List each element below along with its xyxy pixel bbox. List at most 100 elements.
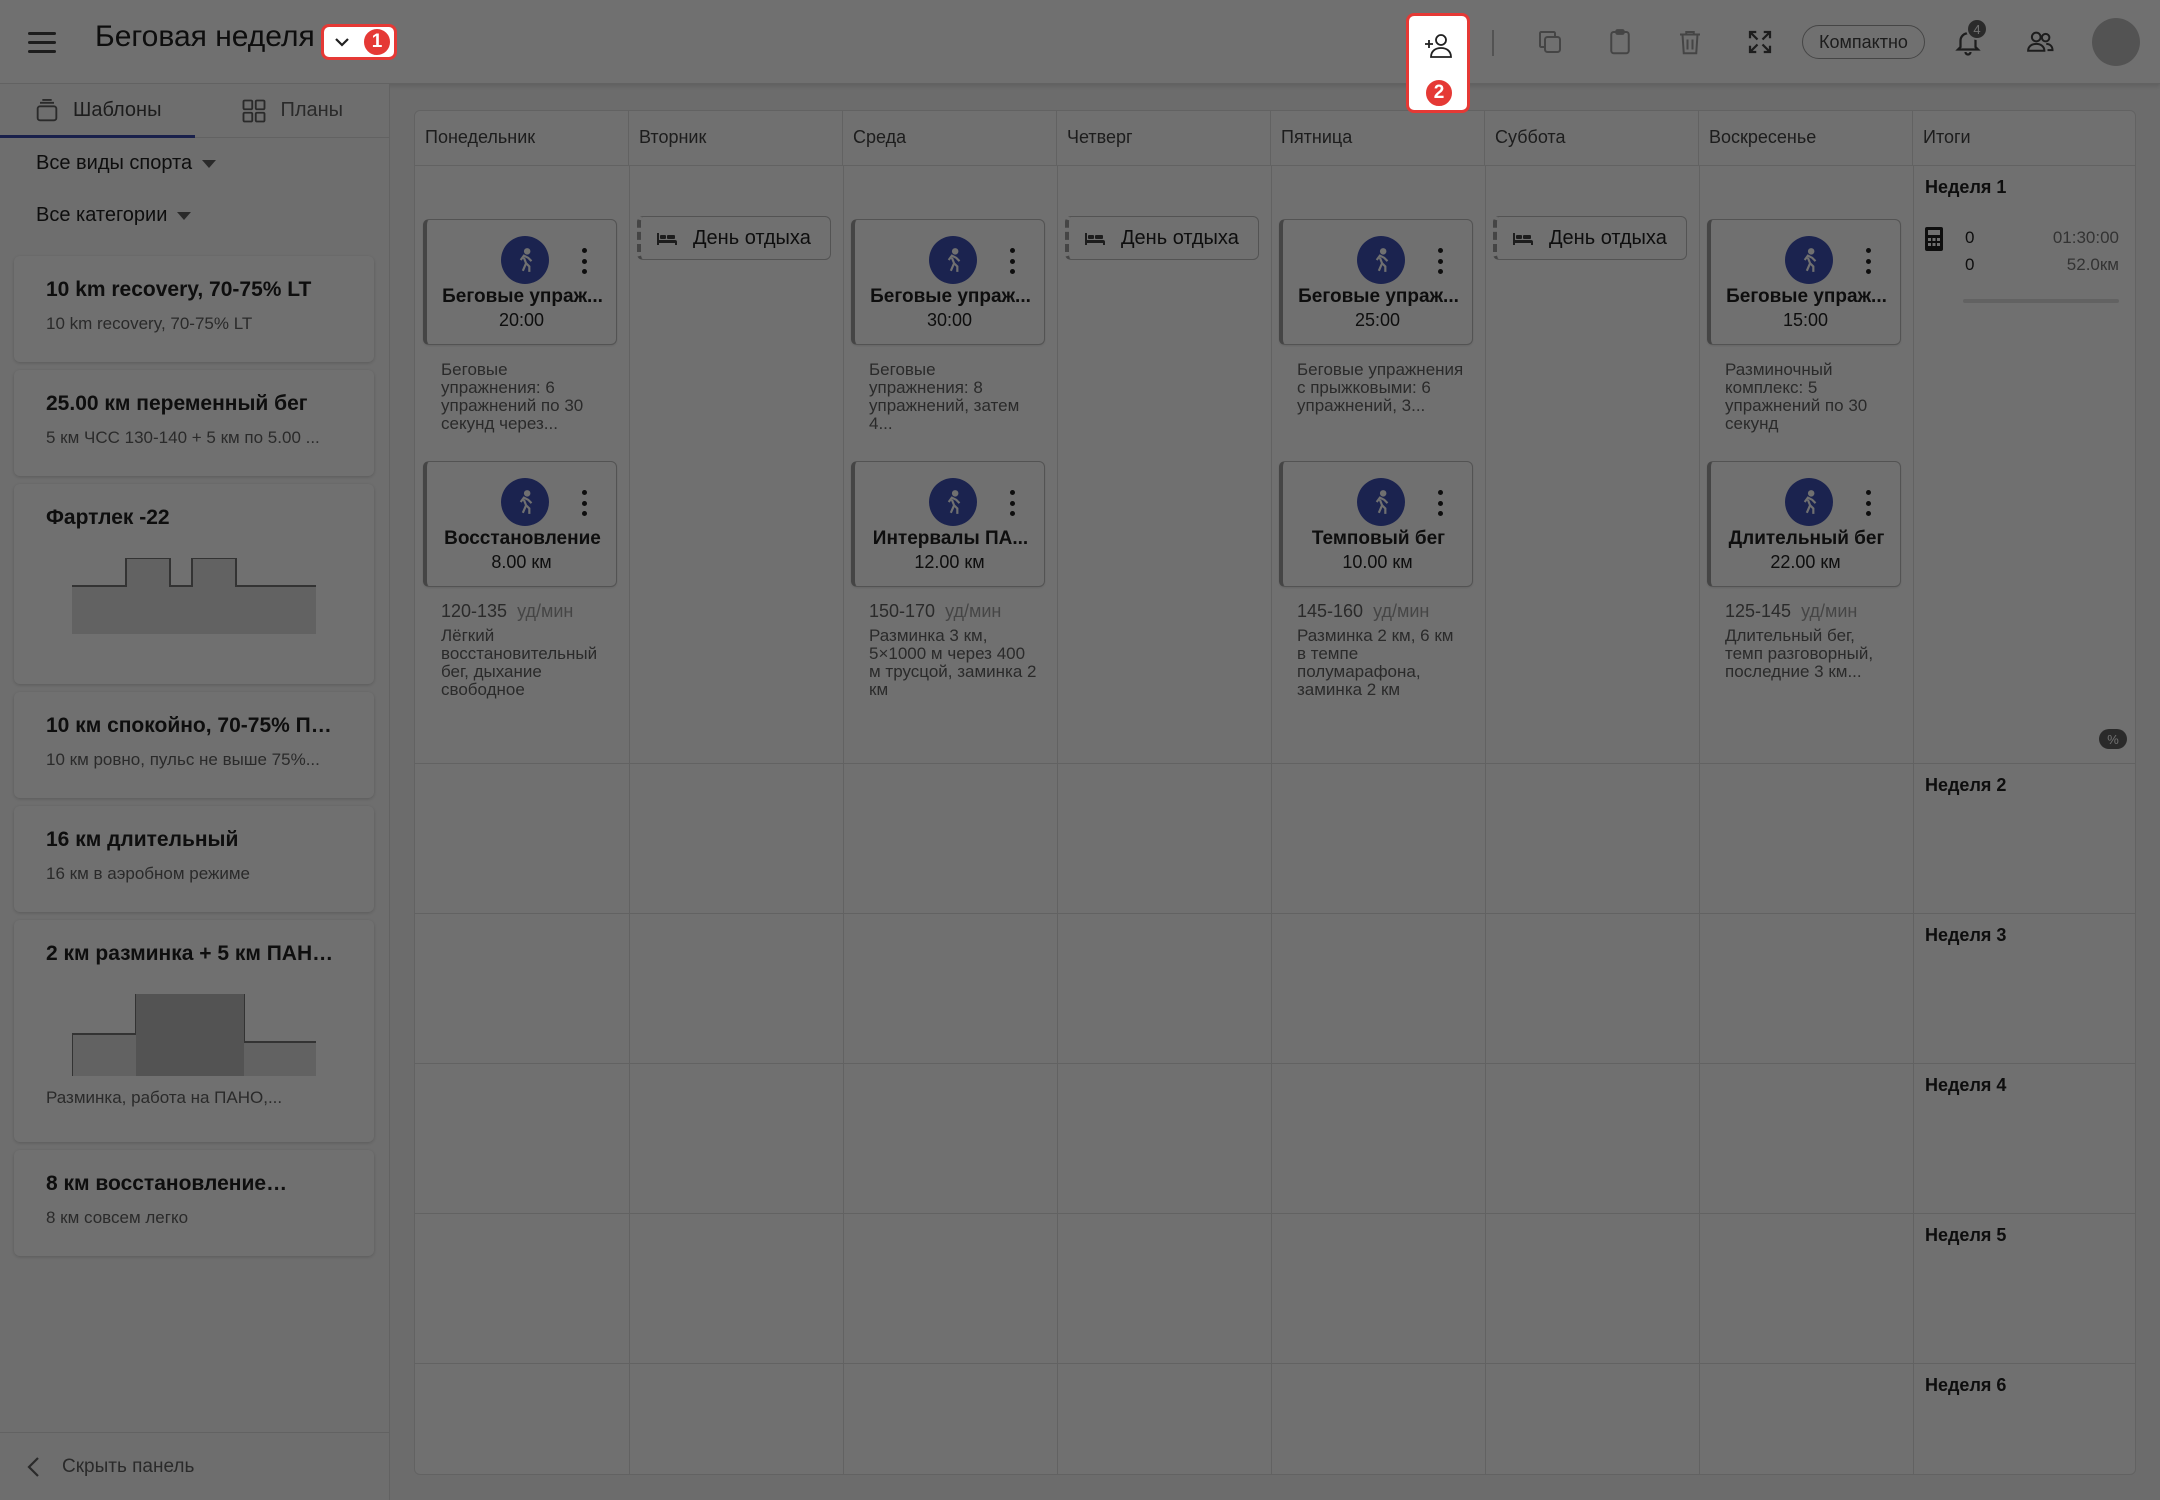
workout-name: Беговые упраж... bbox=[1726, 286, 1887, 307]
caret-down-icon bbox=[202, 159, 217, 168]
workout-name: Беговые упраж... bbox=[442, 286, 603, 307]
paste-icon[interactable] bbox=[1602, 24, 1638, 60]
heart-rate-range: 150-170 уд/мин bbox=[869, 601, 1049, 622]
template-title: 8 км восстановление Скрыт bbox=[46, 1172, 342, 1196]
week-divider bbox=[415, 1363, 2135, 1364]
workout-card[interactable]: Восстановление 8.00 км bbox=[423, 461, 617, 587]
workout-card[interactable]: Темповый бег 10.00 км bbox=[1279, 461, 1473, 587]
template-card[interactable]: 8 км восстановление Скрыт 8 км совсем лег… bbox=[14, 1150, 374, 1256]
workout-card[interactable]: Беговые упраж... 15:00 bbox=[1707, 219, 1901, 345]
chevron-left-icon bbox=[27, 1456, 39, 1477]
fullscreen-icon[interactable] bbox=[1742, 24, 1778, 60]
template-subtitle: Разминка, работа на ПАНО,... bbox=[46, 1088, 283, 1107]
compact-toggle-button[interactable]: Компактно bbox=[1802, 25, 1925, 59]
week-label: Неделя 4 bbox=[1925, 1075, 2007, 1095]
more-vert-icon[interactable] bbox=[580, 490, 588, 516]
athletes-icon[interactable] bbox=[2022, 24, 2058, 60]
more-vert-icon[interactable] bbox=[580, 248, 588, 274]
hr-value: 120-135 bbox=[441, 601, 508, 621]
template-title: 16 км длительный bbox=[46, 828, 239, 851]
template-title-text: 8 км восстановление bbox=[46, 1172, 267, 1195]
grid-line bbox=[1057, 165, 1058, 1474]
more-vert-icon[interactable] bbox=[1008, 490, 1016, 516]
template-title: 25.00 км переменный бег bbox=[46, 392, 308, 415]
runner-icon bbox=[1785, 478, 1833, 526]
delete-icon[interactable] bbox=[1672, 24, 1708, 60]
template-title: 10 км спокойно, 70-75% ПА... bbox=[46, 714, 342, 737]
workout-card[interactable]: Интервалы ПА... 12.00 км bbox=[851, 461, 1045, 587]
template-card[interactable]: 10 km recovery, 70-75% LT 10 km recovery… bbox=[14, 256, 374, 362]
user-avatar[interactable] bbox=[2092, 18, 2140, 66]
week-divider bbox=[415, 763, 2135, 764]
tab-plans[interactable]: Планы bbox=[195, 84, 390, 137]
week-divider bbox=[415, 913, 2135, 914]
workout-card[interactable]: Длительный бег 22.00 км bbox=[1707, 461, 1901, 587]
heart-rate-range: 125-145 уд/мин bbox=[1725, 601, 1905, 622]
tab-templates[interactable]: Шаблоны bbox=[0, 84, 195, 138]
template-card[interactable]: 2 км разминка + 5 км ПАНО... Разминка, р… bbox=[14, 920, 374, 1142]
grid-line bbox=[1271, 165, 1272, 1474]
more-vert-icon[interactable] bbox=[1864, 490, 1872, 516]
template-subtitle: 16 км в аэробном режиме bbox=[46, 864, 250, 883]
percent-toggle[interactable]: % bbox=[2099, 729, 2127, 749]
workout-description: Беговые упражнения с прыжковыми: 6 упраж… bbox=[1297, 360, 1464, 415]
template-card[interactable]: Фартлек -22 bbox=[14, 484, 374, 684]
runner-icon bbox=[929, 478, 977, 526]
more-vert-icon[interactable] bbox=[1864, 248, 1872, 274]
grid-line bbox=[1913, 165, 1914, 1474]
workout-value: 12.00 км bbox=[914, 552, 985, 572]
hide-panel-label: Скрыть панель bbox=[62, 1455, 195, 1477]
workout-name: Беговые упраж... bbox=[870, 286, 1031, 307]
category-filter[interactable]: Все категории bbox=[36, 204, 192, 227]
template-card[interactable]: 10 км спокойно, 70-75% ПА... 10 км ровно… bbox=[14, 692, 374, 798]
workout-card[interactable]: Беговые упраж... 25:00 bbox=[1279, 219, 1473, 345]
column-friday: Пятница bbox=[1271, 111, 1485, 165]
column-wednesday: Среда bbox=[843, 111, 1057, 165]
heart-rate-range: 120-135 уд/мин bbox=[441, 601, 621, 622]
menu-icon[interactable] bbox=[22, 22, 62, 62]
template-card[interactable]: 16 км длительный 16 км в аэробном режиме bbox=[14, 806, 374, 912]
category-filter-label: Все категории bbox=[36, 204, 168, 226]
workout-name: Длительный бег bbox=[1728, 528, 1885, 549]
workout-card[interactable]: Беговые упраж... 30:00 bbox=[851, 219, 1045, 345]
step-marker: 1 bbox=[362, 27, 392, 57]
hr-value: 145-160 bbox=[1297, 601, 1364, 621]
more-vert-icon[interactable] bbox=[1436, 490, 1444, 516]
workout-value: 25:00 bbox=[1354, 310, 1401, 330]
sport-filter-label: Все виды спорта bbox=[36, 152, 193, 174]
more-vert-icon[interactable] bbox=[1436, 248, 1444, 274]
grid-line bbox=[1699, 165, 1700, 1474]
hr-value: 150-170 bbox=[869, 601, 936, 621]
rest-day-card[interactable]: День отдыха bbox=[1065, 216, 1259, 260]
sport-filter[interactable]: Все виды спорта bbox=[36, 152, 217, 175]
add-athlete-button[interactable]: 2 bbox=[1406, 13, 1470, 113]
template-title: 10 km recovery, 70-75% LT bbox=[46, 278, 312, 301]
title-dropdown-button[interactable]: 1 bbox=[321, 24, 397, 60]
hr-unit: уд/мин bbox=[1373, 601, 1430, 621]
hide-panel-button[interactable]: Скрыть панель bbox=[0, 1432, 390, 1500]
copy-icon[interactable] bbox=[1532, 24, 1568, 60]
bed-icon bbox=[1085, 233, 1105, 245]
week-label: Неделя 5 bbox=[1925, 1225, 2007, 1245]
week-label: Неделя 3 bbox=[1925, 925, 2007, 945]
toolbar-divider bbox=[1492, 30, 1494, 56]
workout-value: 15:00 bbox=[1782, 310, 1829, 330]
rest-day-card[interactable]: День отдыха bbox=[1493, 216, 1687, 260]
workout-value: 30:00 bbox=[926, 310, 973, 330]
bed-icon bbox=[1513, 233, 1533, 245]
person-add-icon bbox=[1425, 34, 1452, 58]
step-marker: 2 bbox=[1424, 78, 1454, 108]
workout-description: Беговые упражнения: 8 упражнений, затем … bbox=[869, 360, 1020, 433]
grid-icon bbox=[243, 99, 266, 122]
template-card[interactable]: 25.00 км переменный бег 5 км ЧСС 130-140… bbox=[14, 370, 374, 476]
week-divider bbox=[415, 1063, 2135, 1064]
rest-day-label: День отдыха bbox=[1549, 226, 1667, 249]
rest-day-card[interactable]: День отдыха bbox=[637, 216, 831, 260]
more-vert-icon[interactable] bbox=[1008, 248, 1016, 274]
tab-templates-label: Шаблоны bbox=[73, 99, 162, 121]
workout-card[interactable]: Беговые упраж... 20:00 bbox=[423, 219, 617, 345]
workout-description: Беговые упражнения: 6 упражнений по 30 с… bbox=[441, 360, 584, 433]
template-subtitle: 5 км ЧСС 130-140 + 5 км по 5.00 ... bbox=[46, 428, 320, 447]
column-saturday: Суббота bbox=[1485, 111, 1699, 165]
workout-value: 20:00 bbox=[498, 310, 545, 330]
